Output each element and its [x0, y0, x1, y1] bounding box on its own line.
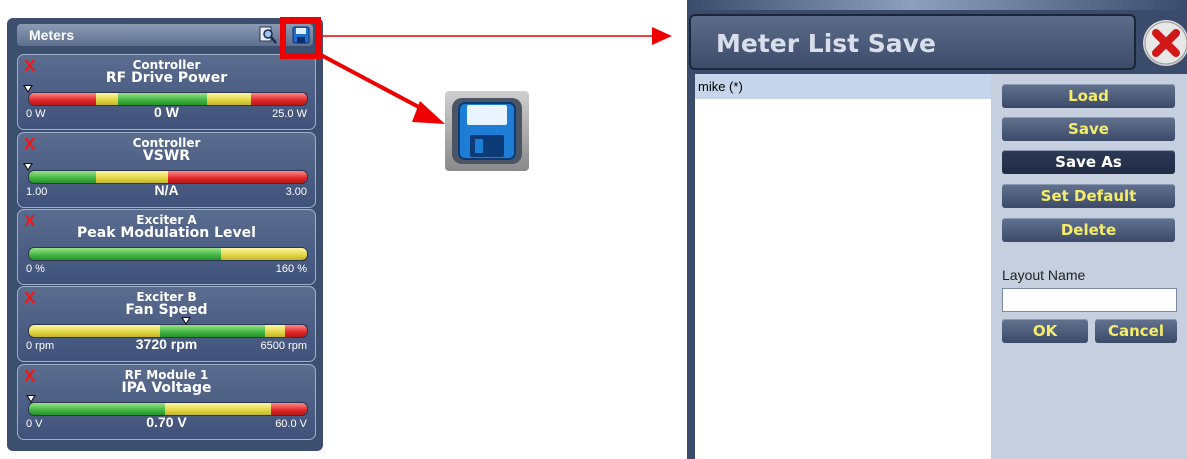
- save-as-button[interactable]: Save As: [1002, 150, 1175, 174]
- meter-list-save-dialog: Meter List Save mike (*) Load Save Save …: [687, 0, 1187, 459]
- floppy-disk-save-icon: [445, 91, 529, 171]
- dialog-titlebar: Meter List Save: [689, 14, 1136, 70]
- arrow-to-dialog-head: [652, 27, 672, 45]
- set-default-button[interactable]: Set Default: [1002, 184, 1175, 208]
- load-button[interactable]: Load: [1002, 84, 1175, 108]
- dialog-side-panel: Load Save Save As Set Default Delete Lay…: [991, 74, 1187, 459]
- arrow-to-icon: [320, 53, 431, 115]
- layout-name-input[interactable]: [1002, 288, 1177, 312]
- close-icon[interactable]: [1143, 20, 1187, 66]
- layout-list[interactable]: mike (*): [695, 74, 991, 459]
- list-item[interactable]: mike (*): [695, 74, 991, 99]
- dialog-title: Meter List Save: [716, 29, 936, 58]
- delete-button[interactable]: Delete: [1002, 218, 1175, 242]
- ok-button[interactable]: OK: [1002, 319, 1088, 343]
- layout-name-label: Layout Name: [1002, 267, 1086, 283]
- save-button[interactable]: Save: [1002, 117, 1175, 141]
- cancel-button[interactable]: Cancel: [1095, 319, 1177, 343]
- dialog-top-strip: [687, 0, 1187, 10]
